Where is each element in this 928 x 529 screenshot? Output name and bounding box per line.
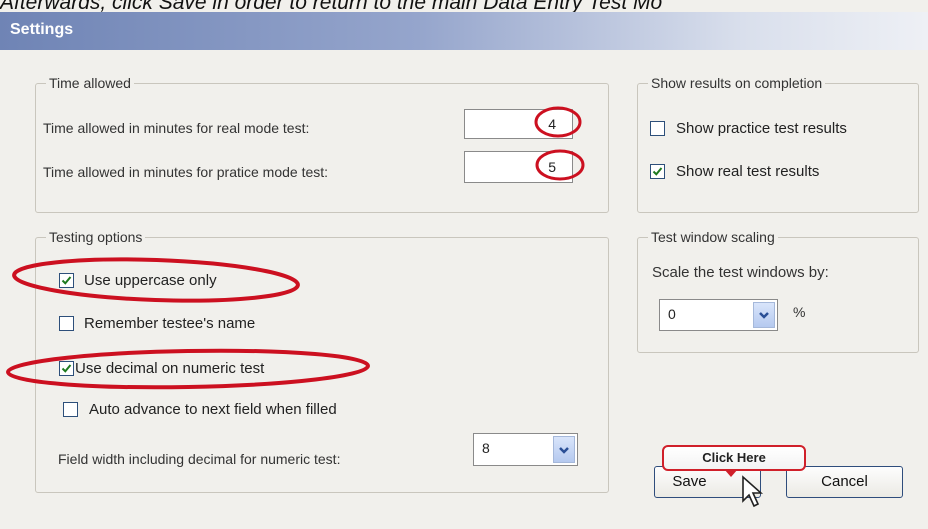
show-practice-results-checkbox[interactable] xyxy=(650,121,665,136)
chevron-down-icon xyxy=(559,447,569,454)
window-scaling-legend: Test window scaling xyxy=(648,229,778,245)
show-results-group: Show results on completion xyxy=(637,75,919,213)
show-real-results-checkbox[interactable] xyxy=(650,164,665,179)
window-title-bar[interactable]: Settings xyxy=(0,12,928,50)
cancel-button[interactable]: Cancel xyxy=(786,466,903,498)
chevron-down-icon xyxy=(759,312,769,319)
check-icon xyxy=(61,276,72,285)
real-mode-time-input[interactable]: 4 xyxy=(464,109,573,139)
practice-mode-time-input[interactable]: 5 xyxy=(464,151,573,183)
time-allowed-group: Time allowed xyxy=(35,75,609,213)
save-button-label: Save xyxy=(672,473,707,490)
practice-mode-time-label: Time allowed in minutes for pratice mode… xyxy=(43,164,329,180)
show-practice-results-label: Show practice test results xyxy=(676,120,847,137)
field-width-value: 8 xyxy=(482,440,490,456)
window-scaling-dropdown-button[interactable] xyxy=(753,302,775,328)
window-scaling-group: Test window scaling xyxy=(637,229,919,353)
auto-advance-checkbox[interactable] xyxy=(63,402,78,417)
cancel-button-label: Cancel xyxy=(821,473,868,490)
remember-testee-label: Remember testee's name xyxy=(84,315,256,332)
mouse-cursor-icon xyxy=(742,475,764,508)
check-icon xyxy=(61,364,72,373)
practice-mode-time-value: 5 xyxy=(548,159,556,175)
time-allowed-legend: Time allowed xyxy=(46,75,134,91)
field-width-label: Field width including decimal for numeri… xyxy=(58,451,341,467)
click-here-callout: Click Here xyxy=(662,445,806,471)
remember-testee-checkbox[interactable] xyxy=(59,316,74,331)
real-mode-time-value: 4 xyxy=(548,116,556,132)
field-width-dropdown-button[interactable] xyxy=(553,436,575,463)
window-title: Settings xyxy=(10,21,74,38)
real-mode-time-label: Time allowed in minutes for real mode te… xyxy=(43,120,310,136)
percent-unit-label: % xyxy=(793,304,806,320)
use-decimal-label: Use decimal on numeric test xyxy=(75,360,265,377)
testing-options-legend: Testing options xyxy=(46,229,146,245)
show-results-legend: Show results on completion xyxy=(648,75,826,91)
use-decimal-checkbox[interactable] xyxy=(59,361,74,376)
check-icon xyxy=(652,167,663,176)
show-real-results-label: Show real test results xyxy=(676,163,820,180)
auto-advance-label: Auto advance to next field when filled xyxy=(89,401,337,418)
callout-pointer xyxy=(724,469,738,477)
uppercase-only-label: Use uppercase only xyxy=(84,272,217,289)
window-scaling-value: 0 xyxy=(668,306,676,322)
uppercase-only-checkbox[interactable] xyxy=(59,273,74,288)
window-scaling-label: Scale the test windows by: xyxy=(652,264,829,281)
window-scaling-select[interactable]: 0 xyxy=(659,299,778,331)
field-width-select[interactable]: 8 xyxy=(473,433,578,466)
